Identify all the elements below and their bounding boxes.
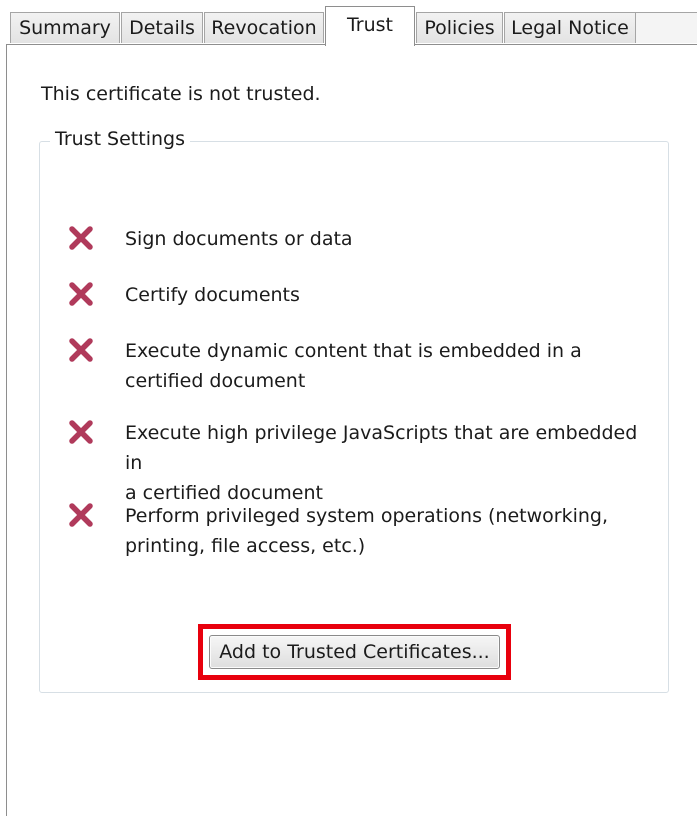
tab-details[interactable]: Details xyxy=(121,12,203,43)
tab-strip: Summary Details Revocation Trust Policie… xyxy=(0,0,697,46)
tab-legal-notice[interactable]: Legal Notice xyxy=(504,12,636,43)
x-icon xyxy=(69,338,93,362)
trust-tab-panel: This certificate is not trusted. Trust S… xyxy=(6,44,697,816)
trust-item-label: Sign documents or data xyxy=(125,228,353,250)
add-to-trusted-certificates-button[interactable]: Add to Trusted Certificates... xyxy=(209,635,500,669)
trust-item-label: Execute high privilege JavaScripts that … xyxy=(125,422,638,504)
trust-settings-title: Trust Settings xyxy=(50,128,190,150)
trust-status-text: This certificate is not trusted. xyxy=(41,83,321,105)
tab-strip-filler xyxy=(636,12,697,43)
add-button-highlight: Add to Trusted Certificates... xyxy=(198,624,511,680)
trust-item-label: Perform privileged system operations (ne… xyxy=(125,505,608,557)
tab-trust[interactable]: Trust xyxy=(325,6,415,46)
tab-policies[interactable]: Policies xyxy=(416,12,503,43)
x-icon xyxy=(69,420,93,444)
x-icon xyxy=(69,282,93,306)
certificate-properties-window: Summary Details Revocation Trust Policie… xyxy=(0,0,697,816)
tab-summary[interactable]: Summary xyxy=(10,12,120,43)
trust-settings-group: Trust Settings Sign documents or data Ce… xyxy=(39,128,669,693)
trust-item-label: Execute dynamic content that is embedded… xyxy=(125,340,582,392)
tab-revocation[interactable]: Revocation xyxy=(204,12,324,43)
x-icon xyxy=(69,226,93,250)
x-icon xyxy=(69,503,93,527)
trust-item-label: Certify documents xyxy=(125,284,300,306)
